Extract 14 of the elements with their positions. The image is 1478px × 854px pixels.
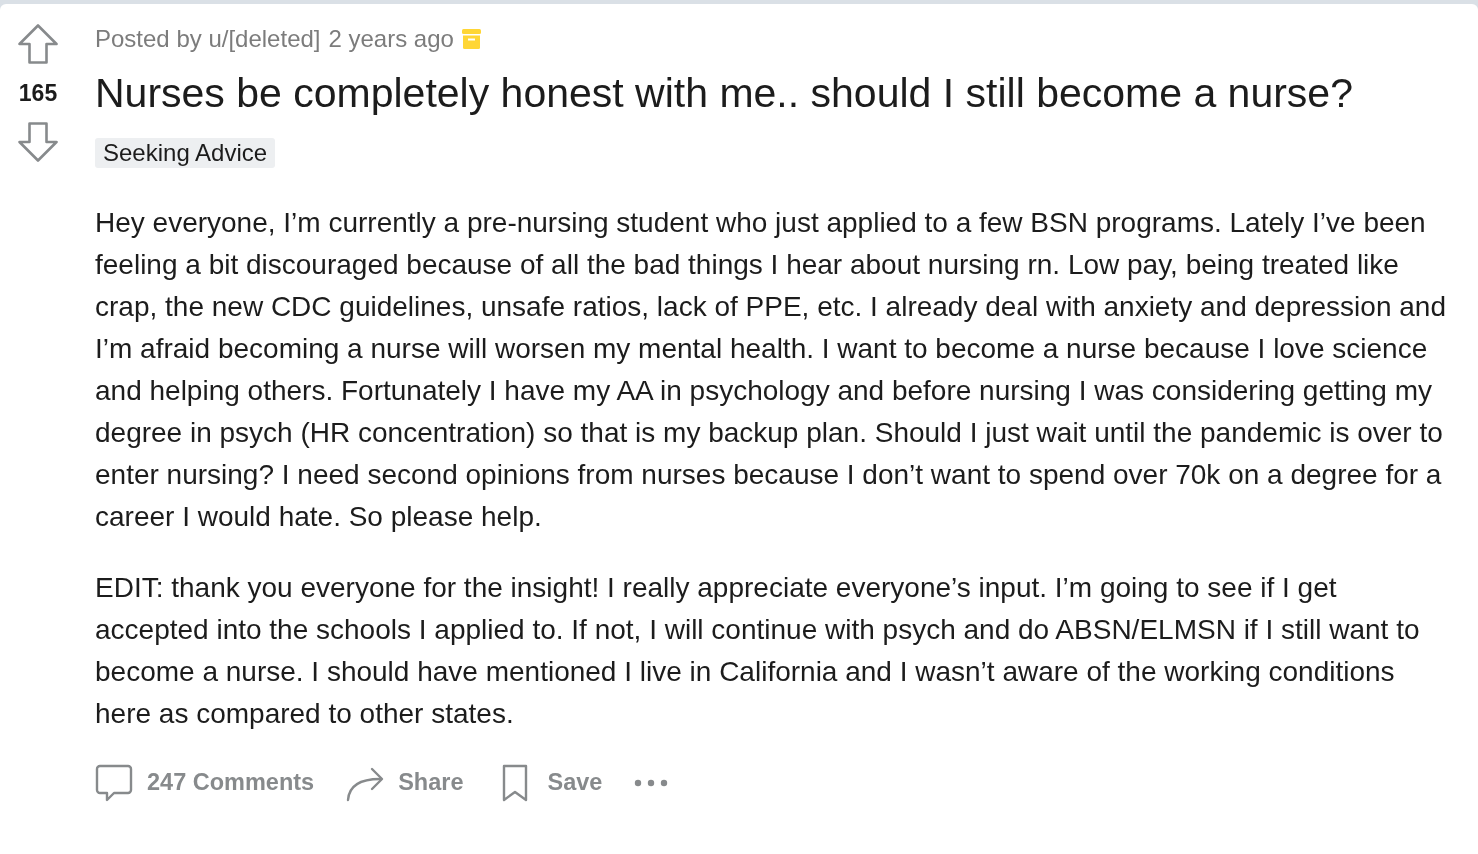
body-paragraph: Hey everyone, I’m currently a pre-nursing student who just applied to a few BSN programs. Lately I’ve been feeling a bit discouraged because of all the bad things I hear about nursing rn. Low pay, being treated like crap, the new CDC guidelines, unsafe ratios, lack of PPE, etc. I already deal with anxiety and depression and I’m afraid becoming a nurse will worsen my mental health. I want to become a nurse because I love science and helping others. Fortunately I have my AA in psychology and before nursing I was considering getting my degree in psych (HR concentration) so that is my backup plan. Should I just wait until the pandemic is over to enter nursing? I need second opinions from nurses because I don’t want to spend over 70k on a degree for a career I would hate. So please help. bbox=[95, 206, 1447, 534]
flair-tag[interactable]: Seeking Advice bbox=[95, 138, 276, 168]
share-button[interactable]: Share bbox=[346, 764, 464, 802]
downvote-icon[interactable] bbox=[18, 122, 58, 162]
body-paragraph: EDIT: thank you everyone for the insight! I really appreciate everyone’s input. I’m going to see if I get accepted into the schools I applied to. If not, I will continue with psych and do ABSN/ELMSN if I still want to become a nurse. I should have mentioned I live in California and I wasn’t aware of the working conditions here as compared to other states. bbox=[95, 571, 1421, 731]
more-options-icon[interactable] bbox=[634, 779, 669, 787]
post-time: 2 years ago bbox=[328, 24, 454, 54]
save-button[interactable]: Save bbox=[495, 764, 603, 802]
comments-button[interactable]: 247 Comments bbox=[95, 764, 315, 802]
vote-count: 165 bbox=[18, 81, 58, 105]
upvote-icon[interactable] bbox=[18, 24, 58, 64]
post-title[interactable]: Nurses be completely honest with me.. should I still become a nurse? bbox=[95, 70, 1454, 116]
posted-by-text: Posted by u/[deleted] bbox=[95, 24, 321, 54]
comment-icon bbox=[95, 764, 133, 802]
